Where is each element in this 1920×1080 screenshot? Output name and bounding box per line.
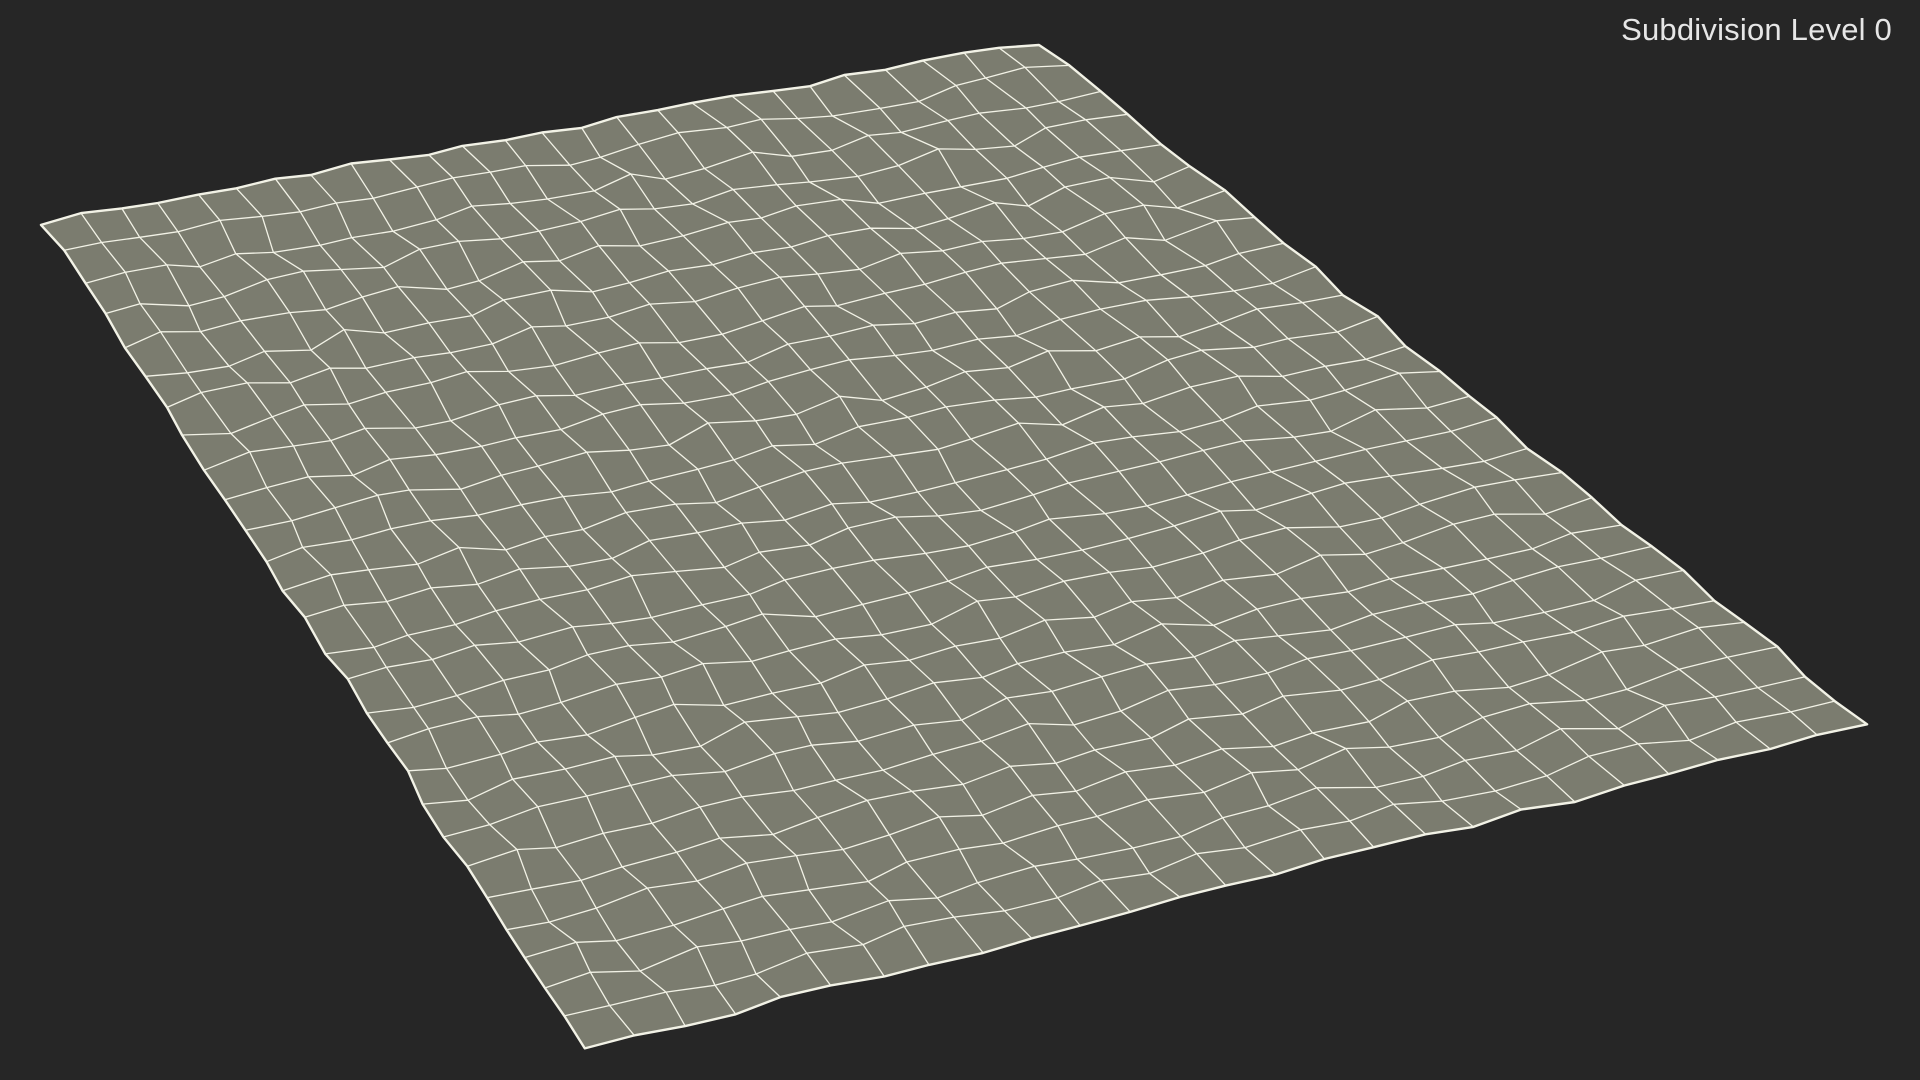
subdivision-level-label: Subdivision Level 0 [1621, 12, 1892, 47]
wireframe-mesh[interactable] [0, 0, 1920, 1080]
mesh-surface [41, 45, 1868, 1049]
3d-viewport[interactable]: Subdivision Level 0 [0, 0, 1920, 1080]
